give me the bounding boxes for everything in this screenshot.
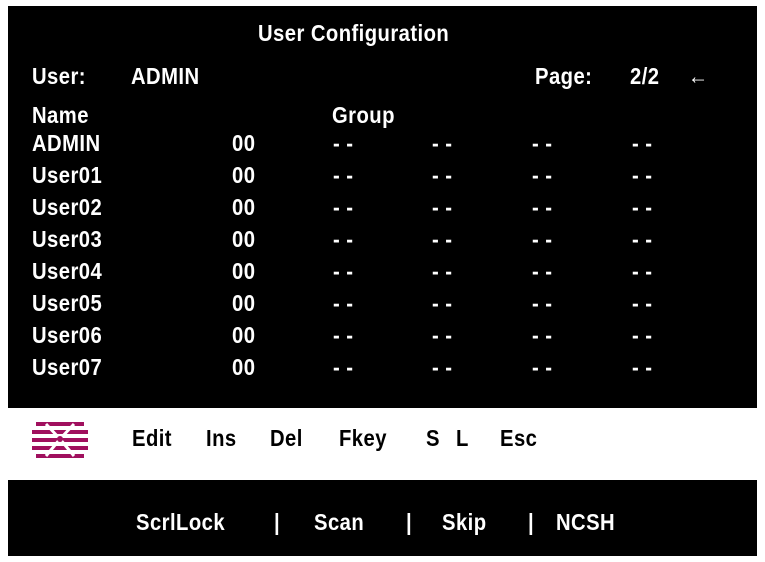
group-cell: - - — [432, 354, 453, 380]
command-edit[interactable]: Edit — [132, 425, 172, 451]
status-scrllock[interactable]: ScrlLock — [136, 509, 225, 535]
table-row[interactable]: User06 00 - - - - - - - - — [8, 322, 757, 352]
group-cell: - - — [333, 354, 354, 380]
page-back-arrow-icon[interactable]: ← — [688, 63, 709, 89]
table-row[interactable]: User02 00 - - - - - - - - — [8, 194, 757, 224]
command-ins[interactable]: Ins — [206, 425, 237, 451]
group-cell: - - — [532, 290, 553, 316]
user-name: ADMIN — [32, 130, 101, 156]
group-cell: - - — [333, 130, 354, 156]
group-cell: - - — [333, 258, 354, 284]
table-row[interactable]: User03 00 - - - - - - - - — [8, 226, 757, 256]
group-cell: - - — [432, 130, 453, 156]
user-code: 00 — [232, 322, 256, 348]
group-cell: - - — [632, 194, 653, 220]
user-code: 00 — [232, 226, 256, 252]
group-cell: - - — [632, 162, 653, 188]
table-row[interactable]: User04 00 - - - - - - - - — [8, 258, 757, 288]
separator: | — [274, 509, 281, 535]
group-cell: - - — [532, 162, 553, 188]
group-cell: - - — [632, 322, 653, 348]
command-fkey[interactable]: Fkey — [339, 425, 387, 451]
status-skip[interactable]: Skip — [442, 509, 487, 535]
group-cell: - - — [532, 354, 553, 380]
user-name: User05 — [32, 290, 103, 316]
group-cell: - - — [333, 162, 354, 188]
user-code: 00 — [232, 130, 256, 156]
user-code: 00 — [232, 162, 256, 188]
page-label: Page: — [535, 63, 593, 89]
group-cell: - - — [432, 322, 453, 348]
table-row[interactable]: User07 00 - - - - - - - - — [8, 354, 757, 384]
group-cell: - - — [432, 194, 453, 220]
table-row[interactable]: User05 00 - - - - - - - - — [8, 290, 757, 320]
group-cell: - - — [432, 290, 453, 316]
group-cell: - - — [632, 258, 653, 284]
group-cell: - - — [432, 226, 453, 252]
group-cell: - - — [333, 322, 354, 348]
group-cell: - - — [333, 194, 354, 220]
group-cell: - - — [432, 258, 453, 284]
group-cell: - - — [632, 354, 653, 380]
user-name: User06 — [32, 322, 103, 348]
group-cell: - - — [333, 290, 354, 316]
user-name: User03 — [32, 226, 103, 252]
command-l[interactable]: L — [456, 425, 469, 451]
name-column-header: Name — [32, 102, 89, 128]
group-cell: - - — [532, 130, 553, 156]
group-cell: - - — [532, 258, 553, 284]
user-name: User02 — [32, 194, 103, 220]
user-configuration-panel: User Configuration User: ADMIN Page: 2/2… — [8, 6, 757, 556]
user-code: 00 — [232, 194, 256, 220]
logo-icon — [32, 422, 88, 458]
user-name: User01 — [32, 162, 103, 188]
user-code: 00 — [232, 354, 256, 380]
table-row[interactable]: ADMIN 00 - - - - - - - - — [8, 130, 757, 160]
status-ncsh[interactable]: NCSH — [556, 509, 615, 535]
user-code: 00 — [232, 290, 256, 316]
separator: | — [528, 509, 535, 535]
group-cell: - - — [632, 290, 653, 316]
separator: | — [406, 509, 413, 535]
page-value: 2/2 — [630, 63, 660, 89]
group-cell: - - — [532, 226, 553, 252]
group-cell: - - — [333, 226, 354, 252]
user-label: User: — [32, 63, 86, 89]
user-value: ADMIN — [131, 63, 200, 89]
group-cell: - - — [532, 322, 553, 348]
group-cell: - - — [432, 162, 453, 188]
table-row[interactable]: User01 00 - - - - - - - - — [8, 162, 757, 192]
user-code: 00 — [232, 258, 256, 284]
command-bar: Edit Ins Del Fkey S L Esc — [8, 408, 757, 480]
user-name: User04 — [32, 258, 103, 284]
command-del[interactable]: Del — [270, 425, 303, 451]
page-title: User Configuration — [258, 20, 450, 46]
command-esc[interactable]: Esc — [500, 425, 537, 451]
user-name: User07 — [32, 354, 103, 380]
status-scan[interactable]: Scan — [314, 509, 364, 535]
group-column-header: Group — [332, 102, 395, 128]
group-cell: - - — [632, 226, 653, 252]
command-s[interactable]: S — [426, 425, 440, 451]
group-cell: - - — [532, 194, 553, 220]
group-cell: - - — [632, 130, 653, 156]
